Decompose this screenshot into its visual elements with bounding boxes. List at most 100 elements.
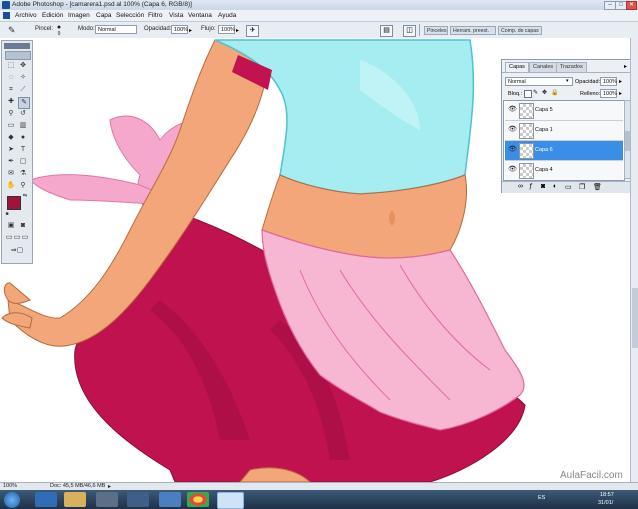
quick-mask-mode-icon[interactable]: ◙ — [18, 221, 28, 231]
new-group-icon[interactable]: ▭ — [565, 183, 572, 191]
close-button[interactable]: ✕ — [626, 1, 637, 10]
file-browser-icon[interactable]: ▤ — [380, 25, 393, 37]
healing-brush-tool-icon[interactable]: ✚ — [6, 97, 16, 107]
layer-style-icon[interactable]: ƒ — [529, 183, 533, 190]
menu-vista[interactable]: Vista — [169, 12, 183, 19]
lock-position-icon[interactable]: ✥ — [542, 89, 547, 96]
layer-visibility-eye-icon[interactable]: 👁 — [508, 106, 517, 113]
eraser-tool-icon[interactable]: ▭ — [6, 121, 16, 131]
brush-preset-picker[interactable]: ● 9 — [54, 24, 64, 37]
lock-all-icon[interactable]: 🔒 — [551, 89, 558, 96]
slice-tool-icon[interactable]: ⟋ — [18, 85, 28, 95]
standard-mode-icon[interactable]: ▣ — [6, 221, 16, 231]
layer-visibility-eye-icon[interactable]: 👁 — [508, 146, 517, 153]
file-explorer-icon[interactable] — [64, 492, 86, 507]
blend-mode-select[interactable]: Normal — [505, 77, 573, 86]
eyedropper-tool-icon[interactable]: ⚗ — [18, 169, 28, 179]
photoshop-taskbar-button[interactable] — [217, 492, 244, 509]
opacity-slider-arrow-icon[interactable]: ▸ — [189, 27, 192, 34]
menu-imagen[interactable]: Imagen — [68, 12, 90, 19]
menu-filtro[interactable]: Filtro — [148, 12, 162, 19]
tab-herramientas-preestablecidas[interactable]: Herram. preest. — [450, 26, 496, 35]
screen-mode-full-menu-icon[interactable]: ▭ — [13, 233, 21, 243]
taskbar-app-icon[interactable] — [127, 492, 149, 507]
layer-opacity-arrow-icon[interactable]: ▸ — [619, 78, 622, 85]
mode-select[interactable]: Normal — [95, 25, 137, 34]
palette-well-icon[interactable]: ◫ — [403, 25, 416, 37]
clock-date[interactable]: 31/01/ — [598, 500, 613, 506]
blend-mode-dropdown-icon[interactable]: ▾ — [566, 78, 569, 84]
hand-tool-icon[interactable]: ✋ — [6, 181, 16, 191]
layer-opacity-input[interactable]: 100% — [600, 77, 617, 86]
layer-row-capa-1[interactable]: 👁 Capa 1 — [505, 121, 623, 141]
marquee-tool-icon[interactable]: ⬚ — [6, 61, 16, 71]
photoshop-menu-icon[interactable] — [3, 12, 10, 19]
screen-mode-full-icon[interactable]: ▭ — [21, 233, 29, 243]
adjustment-layer-icon[interactable]: ◐ — [553, 183, 557, 190]
language-indicator[interactable]: ES — [538, 495, 545, 501]
swap-colors-icon[interactable]: ⇆ — [22, 193, 28, 199]
clock-time[interactable]: 18:57 — [600, 492, 614, 498]
canvas-vertical-scrollbar[interactable] — [630, 38, 638, 482]
foreground-color-swatch[interactable] — [7, 196, 21, 210]
zoom-level[interactable]: 100% — [3, 483, 17, 489]
type-tool-icon[interactable]: T — [18, 145, 28, 155]
tab-composiciones-capas[interactable]: Comp. de capas — [498, 26, 542, 35]
menu-seleccion[interactable]: Selección — [116, 12, 144, 19]
fill-input[interactable]: 100% — [600, 89, 617, 98]
menu-capa[interactable]: Capa — [96, 12, 112, 19]
internet-explorer-icon[interactable] — [35, 492, 57, 507]
default-colors-icon[interactable]: ■ — [4, 211, 10, 217]
layer-row-capa-5[interactable]: 👁 Capa 5 — [505, 101, 623, 121]
zoom-tool-icon[interactable]: ⚲ — [18, 181, 28, 191]
tab-trazados[interactable]: Trazados — [556, 62, 587, 72]
layer-row-capa-6[interactable]: 👁 Capa 6 — [505, 141, 623, 161]
canvas-scrollbar-thumb[interactable] — [632, 288, 638, 348]
start-button[interactable] — [4, 492, 20, 508]
move-tool-icon[interactable]: ✥ — [18, 61, 28, 71]
photo-viewer-icon[interactable] — [159, 492, 181, 507]
menu-ayuda[interactable]: Ayuda — [218, 12, 236, 19]
clone-stamp-tool-icon[interactable]: ⚲ — [6, 109, 16, 119]
crop-tool-icon[interactable]: ⌗ — [6, 85, 16, 95]
status-menu-arrow-icon[interactable]: ▸ — [108, 483, 111, 490]
brush-tool-preset-icon[interactable]: ✎ — [8, 25, 20, 35]
new-layer-icon[interactable]: ❐ — [579, 183, 585, 191]
jump-to-imageready-icon[interactable]: ⇒▢ — [6, 246, 28, 256]
flow-slider-arrow-icon[interactable]: ▸ — [236, 27, 239, 34]
fill-arrow-icon[interactable]: ▸ — [619, 90, 622, 97]
layer-visibility-eye-icon[interactable]: 👁 — [508, 166, 517, 173]
path-selection-tool-icon[interactable]: ➤ — [6, 145, 16, 155]
layer-row-capa-4[interactable]: 👁 Capa 4 — [505, 161, 623, 180]
tab-capas[interactable]: Capas — [505, 62, 529, 72]
notes-tool-icon[interactable]: ✉ — [6, 169, 16, 179]
tool-palette-header[interactable] — [4, 43, 30, 49]
airbrush-icon[interactable]: ✈ — [246, 25, 259, 37]
lock-transparency-icon[interactable] — [524, 90, 532, 98]
gradient-tool-icon[interactable]: ▥ — [18, 121, 28, 131]
dodge-tool-icon[interactable]: ● — [18, 133, 28, 143]
magic-wand-tool-icon[interactable]: ✧ — [18, 73, 28, 83]
blur-tool-icon[interactable]: ◆ — [6, 133, 16, 143]
lock-image-icon[interactable]: ✎ — [533, 89, 538, 96]
layer-visibility-eye-icon[interactable]: 👁 — [508, 126, 517, 133]
flow-input[interactable]: 100% — [218, 25, 235, 34]
menu-ventana[interactable]: Ventana — [188, 12, 212, 19]
tab-canales[interactable]: Canales — [529, 62, 558, 72]
menu-archivo[interactable]: Archivo — [15, 12, 37, 19]
history-brush-tool-icon[interactable]: ↺ — [18, 109, 28, 119]
media-player-icon[interactable] — [96, 492, 118, 507]
layer-mask-icon[interactable]: ◙ — [541, 183, 545, 190]
go-to-adobe-online-icon[interactable] — [5, 51, 31, 60]
lasso-tool-icon[interactable]: ◌ — [6, 73, 16, 83]
delete-layer-icon[interactable]: 🗑 — [593, 183, 602, 191]
chrome-icon[interactable] — [187, 492, 209, 507]
opacity-input[interactable]: 100% — [171, 25, 188, 34]
brush-tool-icon[interactable]: ✎ — [18, 97, 30, 109]
pen-tool-icon[interactable]: ✒ — [6, 157, 16, 167]
panel-menu-arrow-icon[interactable]: ▸ — [624, 63, 627, 70]
menu-edicion[interactable]: Edición — [42, 12, 63, 19]
tab-pinceles[interactable]: Pinceles — [424, 26, 448, 35]
link-layers-icon[interactable]: ∞ — [518, 183, 523, 190]
screen-mode-standard-icon[interactable]: ▭ — [5, 233, 13, 243]
